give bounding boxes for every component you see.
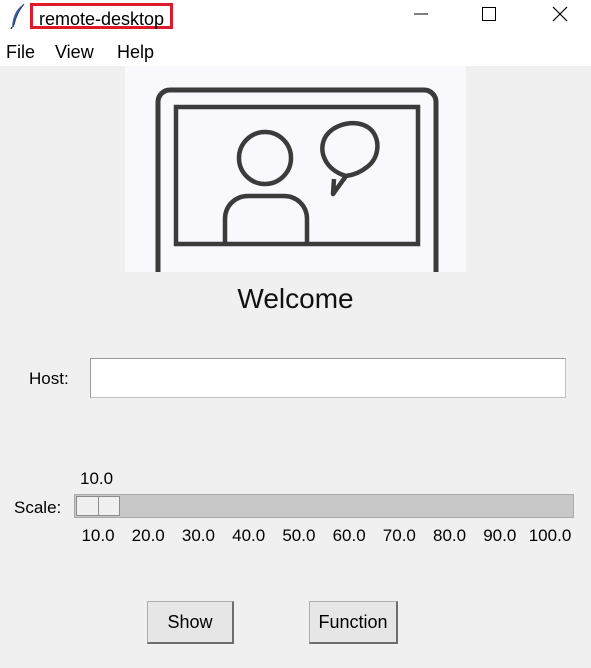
scale-tick-label: 30.0 xyxy=(181,526,215,545)
maximize-button[interactable] xyxy=(466,0,512,32)
function-button[interactable]: Function xyxy=(309,601,398,644)
close-icon xyxy=(552,6,568,27)
host-input[interactable] xyxy=(90,358,566,398)
feather-icon xyxy=(9,3,27,30)
welcome-heading: Welcome xyxy=(237,283,354,314)
scale-tick-label: 60.0 xyxy=(332,526,366,545)
host-label: Host: xyxy=(29,369,69,388)
scale-tick-label: 90.0 xyxy=(483,526,517,545)
video-chat-image xyxy=(125,66,466,272)
scale-value: 10.0 xyxy=(80,469,114,488)
scale-tick-label: 100.0 xyxy=(528,526,572,545)
minimize-icon xyxy=(414,7,428,26)
scale-tick-label: 80.0 xyxy=(433,526,467,545)
minimize-button[interactable] xyxy=(398,0,444,32)
maximize-icon xyxy=(482,6,496,26)
menu-file[interactable]: File xyxy=(6,41,35,63)
menu-bar: File View Help xyxy=(0,34,591,66)
scale-tick-label: 40.0 xyxy=(232,526,266,545)
scale-label: Scale: xyxy=(14,498,62,517)
window-title: remote-desktop xyxy=(30,3,174,29)
show-button[interactable]: Show xyxy=(147,601,234,644)
slider-grip xyxy=(98,497,99,515)
scale-tick-label: 70.0 xyxy=(382,526,416,545)
close-button[interactable] xyxy=(537,0,583,32)
scale-tick-label: 50.0 xyxy=(282,526,316,545)
video-chat-person-speech-bubble-icon xyxy=(155,87,439,272)
title-bar: remote-desktop xyxy=(0,0,591,34)
menu-view[interactable]: View xyxy=(55,41,94,63)
scale-slider-handle[interactable] xyxy=(76,496,120,516)
scale-tick-label: 20.0 xyxy=(131,526,165,545)
scale-slider[interactable] xyxy=(74,494,574,518)
scale-tick-label: 10.0 xyxy=(81,526,115,545)
menu-help[interactable]: Help xyxy=(117,41,154,63)
